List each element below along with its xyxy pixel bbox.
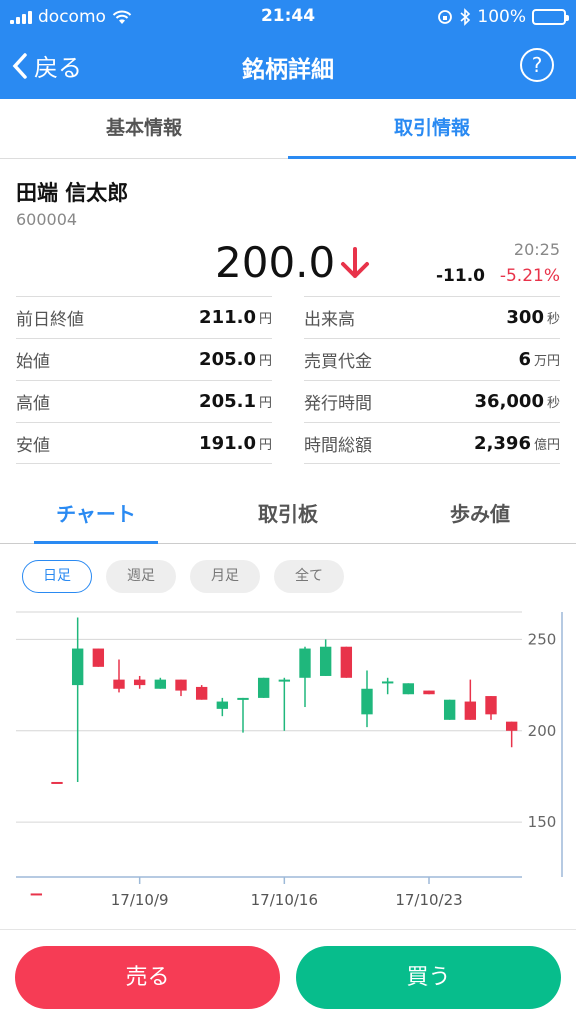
candle-body [423,690,435,695]
info-row: 時間総額 2,396 億円 [304,422,560,464]
info-value: 2,396 [474,432,531,454]
candlestick-chart[interactable]: 250 200 150 17/10/9 17/10/16 17/10/23 [0,600,576,920]
battery-label: 100% [477,7,526,27]
detail-tabs: 基本情報 取引情報 [0,99,576,159]
info-key: 売買代金 [304,352,372,372]
period-selector: 日足 週足 月足 全て [22,560,344,593]
info-key: 高値 [16,394,50,414]
buy-button[interactable]: 買う [296,946,561,1009]
x-tick-label: 17/10/23 [395,891,462,909]
info-key: 前日終値 [16,310,84,330]
info-key: 時間総額 [304,435,372,456]
info-key: 安値 [16,435,50,456]
info-row: 安値 191.0 円 [16,422,272,464]
info-unit: 円 [258,354,272,369]
candle-body [30,893,43,896]
info-key: 発行時間 [304,394,372,414]
chart-svg[interactable]: 250 200 150 17/10/9 17/10/16 17/10/23 [0,600,576,920]
info-unit: 秒 [546,396,560,411]
sell-button[interactable]: 売る [15,946,280,1009]
page-title: 銘柄詳細 [242,57,334,83]
info-row: 発行時間 36,000 秒 [304,380,560,422]
candle-body [71,648,84,686]
info-value: 36,000 [474,391,544,412]
candle-body [299,648,311,678]
info-unit: 億円 [533,437,560,453]
info-row: 前日終値 211.0 円 [16,296,272,338]
price-change-percent: -5.21% [499,266,560,286]
info-column-right: 出来高 300 秒 売買代金 6 万円 発行時間 36,000 秒 時間総額 2,396 億円 [304,296,560,464]
period-weekly-button[interactable]: 週足 [106,560,176,593]
status-bar: docomo 21:44 100% [0,0,576,34]
candle-body [381,681,394,684]
candle-body [319,646,332,676]
info-row: 出来高 300 秒 [304,296,560,338]
info-row: 始値 205.0 円 [16,338,272,380]
candle-body [464,701,477,720]
y-tick-label: 250 [528,630,557,648]
y-tick-label: 200 [528,722,557,740]
x-tick-label: 17/10/16 [251,891,318,909]
info-row: 高値 205.1 円 [16,380,272,422]
candle-body [133,679,146,686]
nav-bar: 戻る 銘柄詳細 ? [0,34,576,99]
info-value: 205.0 [199,349,256,370]
candle-body [402,683,415,695]
chart-tabs: チャート 取引板 歩み値 [0,488,576,544]
info-key: 出来高 [304,310,355,330]
info-unit: 円 [258,437,272,453]
candle-body [51,781,63,784]
tab-time-and-sales[interactable]: 歩み値 [384,488,576,543]
info-column-left: 前日終値 211.0 円 始値 205.0 円 高値 205.1 円 安値 191.0 円 [16,296,272,464]
price-time: 20:25 [513,240,560,259]
candle-body [361,688,373,715]
info-row: 売買代金 6 万円 [304,338,560,380]
y-tick-label: 150 [528,813,557,831]
rotation-lock-icon [438,10,453,24]
candle-body [175,679,187,691]
info-value: 300 [506,307,544,328]
tab-order-book[interactable]: 取引板 [192,488,384,543]
divider [0,929,576,930]
info-unit: 円 [258,312,272,327]
battery-icon [532,9,569,25]
info-key: 始値 [16,352,50,372]
period-daily-button[interactable]: 日足 [22,560,92,593]
tab-chart[interactable]: チャート [0,488,192,544]
candle-body [216,701,229,709]
candle-body [113,679,125,689]
candle-body [154,679,167,689]
period-all-button[interactable]: 全て [274,560,344,593]
bluetooth-icon [460,8,471,26]
candle-body [257,677,270,698]
help-icon[interactable]: ? [520,48,554,82]
info-unit: 万円 [533,354,560,369]
app-header: docomo 21:44 100% 戻る 銘柄詳細 ? [0,0,576,99]
stock-price: 200.0 [215,238,371,287]
candle-body [92,648,105,667]
info-value: 205.1 [199,391,256,412]
price-value: 200.0 [215,238,336,287]
candle-body [278,679,291,682]
tab-basic-info[interactable]: 基本情報 [0,99,288,158]
period-monthly-button[interactable]: 月足 [190,560,260,593]
stock-name: 田端 信太郎 [16,181,129,205]
candle-body [443,699,456,720]
info-value: 6 [518,349,531,370]
x-tick-label: 17/10/9 [111,891,169,909]
tab-trade-info[interactable]: 取引情報 [288,99,576,159]
stock-code: 600004 [16,210,78,229]
info-unit: 円 [258,396,272,411]
candle-body [237,697,249,700]
arrow-down-icon [341,246,370,278]
candle-body [505,721,518,731]
info-value: 211.0 [199,307,256,328]
info-unit: 秒 [546,312,560,327]
info-value: 191.0 [199,432,256,454]
candle-body [195,686,208,700]
candle-body [340,646,353,678]
price-change: -11.0 [436,266,485,286]
candle-body [485,696,497,715]
